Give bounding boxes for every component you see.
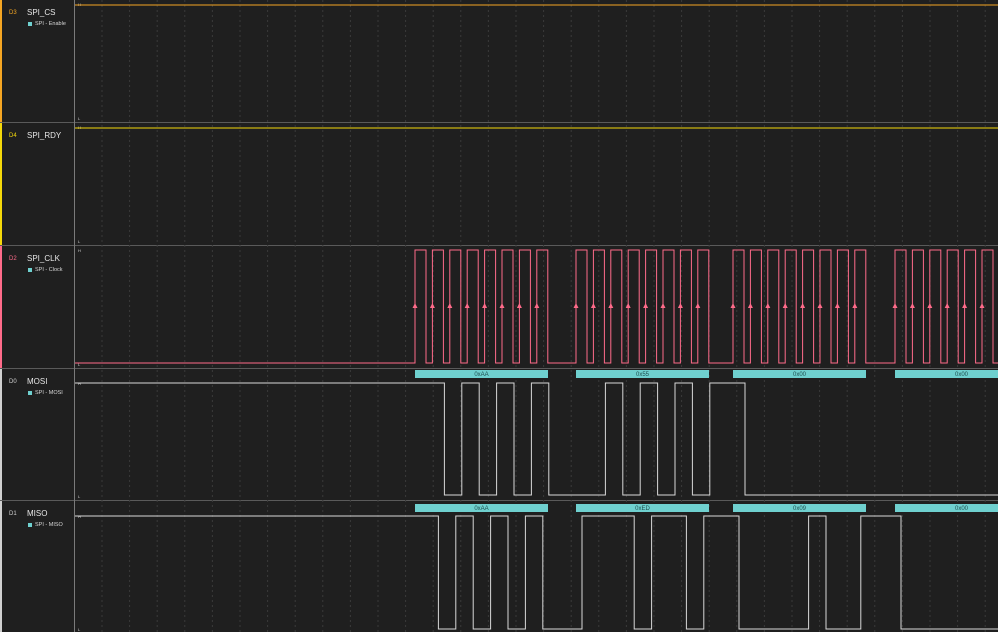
mosi-decoded-byte-value: 0xAA (474, 372, 488, 378)
level-high-label: H (78, 248, 81, 253)
mosi-decoded-byte-value: 0x00 (955, 372, 969, 378)
mosi-decoded-byte-value: 0x00 (793, 372, 807, 378)
level-low-label: L (78, 494, 81, 499)
miso-decoded-byte-value: 0xED (635, 506, 650, 512)
signal-trace-mosi (75, 382, 998, 496)
waveform-canvas[interactable]: HLHLHLHLHL0xAA0x550x000x000xAA0xED0x090x… (0, 0, 998, 632)
miso-decoded-byte-value: 0xAA (474, 506, 488, 512)
signal-trace-spi-clk (75, 249, 998, 364)
level-low-label: L (78, 627, 81, 632)
mosi-decoded-byte-value: 0x55 (636, 372, 650, 378)
mosi-decoded-byte-bubble (895, 370, 998, 378)
miso-decoded-byte-value: 0x00 (955, 506, 969, 512)
miso-decoded-byte-value: 0x09 (793, 506, 807, 512)
level-low-label: L (78, 239, 81, 244)
level-low-label: L (78, 116, 81, 121)
signal-trace-miso (75, 515, 998, 630)
miso-decoded-byte-bubble (895, 504, 998, 512)
